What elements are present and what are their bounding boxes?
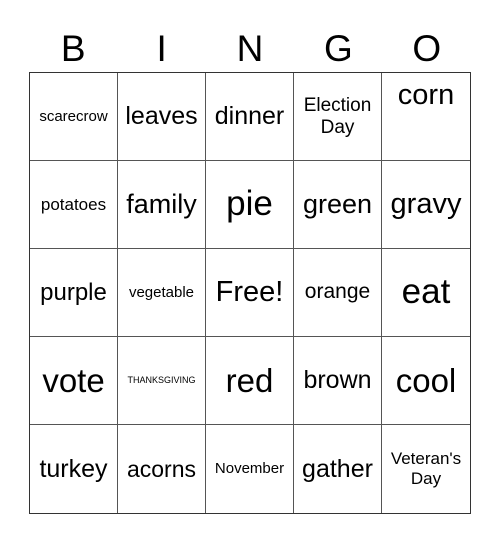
bingo-cell[interactable]: corn <box>382 73 470 161</box>
bingo-cell[interactable]: brown <box>294 337 382 425</box>
bingo-cell[interactable]: potatoes <box>30 161 118 249</box>
bingo-cell[interactable]: dinner <box>206 73 294 161</box>
bingo-cell[interactable]: green <box>294 161 382 249</box>
header-letter-o: O <box>412 28 442 69</box>
header-letter-b: B <box>60 28 86 69</box>
bingo-cell[interactable]: pie <box>206 161 294 249</box>
bingo-cell[interactable]: vegetable <box>118 249 206 337</box>
header-letter-g: G <box>323 28 353 69</box>
bingo-cell[interactable]: turkey <box>30 425 118 513</box>
bingo-cell[interactable]: purple <box>30 249 118 337</box>
bingo-cell[interactable]: Election Day <box>294 73 382 161</box>
bingo-cell[interactable]: orange <box>294 249 382 337</box>
bingo-cell[interactable]: scarecrow <box>30 73 118 161</box>
bingo-cell[interactable]: November <box>206 425 294 513</box>
bingo-cell[interactable]: THANKSGIVING <box>118 337 206 425</box>
bingo-cell[interactable]: vote <box>30 337 118 425</box>
bingo-cell[interactable]: family <box>118 161 206 249</box>
bingo-cell[interactable]: leaves <box>118 73 206 161</box>
bingo-cell[interactable]: Veteran's Day <box>382 425 470 513</box>
bingo-cell[interactable]: red <box>206 337 294 425</box>
header-letter-n: N <box>236 28 264 69</box>
bingo-header: B I N G O <box>29 26 471 72</box>
bingo-cell[interactable]: gravy <box>382 161 470 249</box>
bingo-cell[interactable]: eat <box>382 249 470 337</box>
bingo-cell[interactable]: gather <box>294 425 382 513</box>
bingo-cell[interactable]: Free! <box>206 249 294 337</box>
bingo-cell[interactable]: acorns <box>118 425 206 513</box>
header-letter-i: I <box>156 28 167 69</box>
bingo-grid: scarecrow leaves dinner Election Day corn pot… <box>29 72 471 514</box>
bingo-cell[interactable]: cool <box>382 337 470 425</box>
